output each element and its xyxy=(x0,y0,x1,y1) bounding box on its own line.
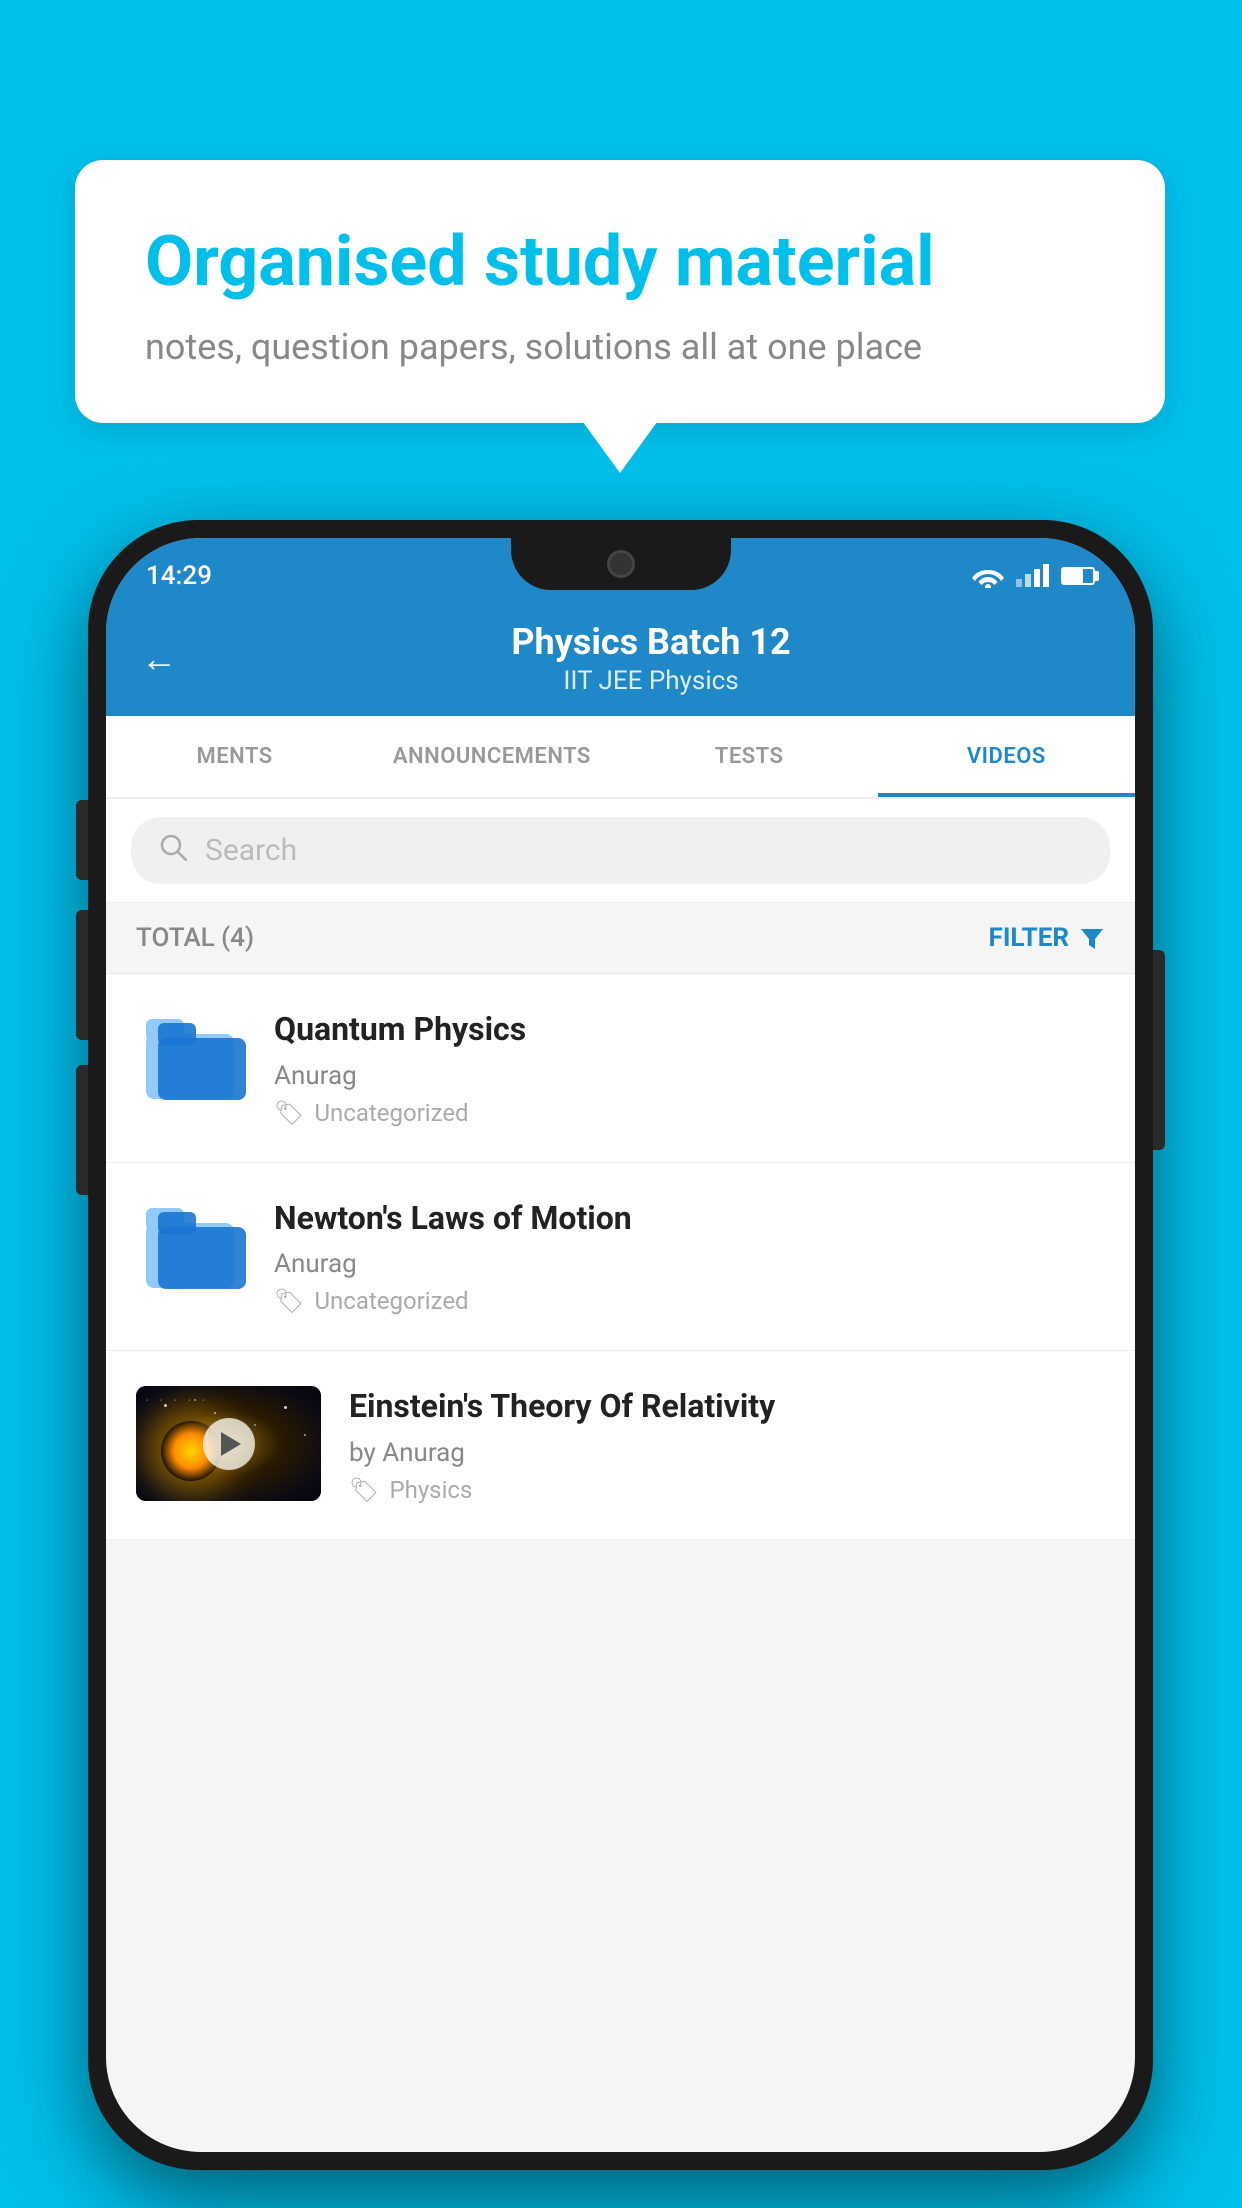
folder-thumb-newton xyxy=(136,1198,246,1293)
bubble-subtitle: notes, question papers, solutions all at… xyxy=(145,326,1095,368)
tag-icon: 🏷 xyxy=(349,1476,379,1504)
video-thumb-einstein xyxy=(136,1386,321,1501)
video-author: Anurag xyxy=(274,1249,1105,1279)
folder-icon xyxy=(146,1203,236,1288)
tab-tests[interactable]: TESTS xyxy=(621,716,878,797)
tab-ments[interactable]: MENTS xyxy=(106,716,363,797)
list-item[interactable]: Quantum Physics Anurag 🏷 Uncategorized xyxy=(106,974,1135,1163)
header-title-block: Physics Batch 12 IIT JEE Physics xyxy=(202,621,1100,696)
filter-funnel-icon xyxy=(1079,925,1105,951)
video-tag: 🏷 Uncategorized xyxy=(274,1099,1105,1127)
header-title: Physics Batch 12 xyxy=(202,621,1100,663)
video-info-einstein: Einstein's Theory Of Relativity by Anura… xyxy=(349,1386,1105,1504)
einstein-bg xyxy=(136,1386,321,1501)
app-header: ← Physics Batch 12 IIT JEE Physics xyxy=(106,603,1135,716)
list-item[interactable]: Newton's Laws of Motion Anurag 🏷 Uncateg… xyxy=(106,1163,1135,1352)
search-icon xyxy=(159,833,187,868)
bubble-title: Organised study material xyxy=(145,220,1095,304)
status-icons xyxy=(972,564,1095,588)
tabs-bar: MENTS ANNOUNCEMENTS TESTS VIDEOS xyxy=(106,716,1135,799)
back-button[interactable]: ← xyxy=(141,638,177,680)
phone-button-volume-down xyxy=(76,1065,88,1195)
speech-bubble: Organised study material notes, question… xyxy=(75,160,1165,423)
phone-screen: 14:29 xyxy=(106,538,1135,2152)
phone-wrapper: 14:29 xyxy=(88,520,1153,2170)
search-container: Search xyxy=(106,799,1135,903)
search-placeholder: Search xyxy=(205,833,297,868)
video-author: by Anurag xyxy=(349,1438,1105,1468)
battery-icon xyxy=(1061,567,1095,585)
tab-videos[interactable]: VIDEOS xyxy=(878,716,1135,797)
header-subtitle: IIT JEE Physics xyxy=(202,666,1100,696)
tag-icon: 🏷 xyxy=(274,1099,304,1127)
video-info-newton: Newton's Laws of Motion Anurag 🏷 Uncateg… xyxy=(274,1198,1105,1316)
video-list: Quantum Physics Anurag 🏷 Uncategorized xyxy=(106,974,1135,1540)
video-author: Anurag xyxy=(274,1061,1105,1091)
phone-outer: 14:29 xyxy=(88,520,1153,2170)
tab-announcements[interactable]: ANNOUNCEMENTS xyxy=(363,716,620,797)
play-button[interactable] xyxy=(203,1418,255,1470)
video-tag: 🏷 Uncategorized xyxy=(274,1287,1105,1315)
phone-button-volume-up xyxy=(76,910,88,1040)
list-item[interactable]: Einstein's Theory Of Relativity by Anura… xyxy=(106,1351,1135,1540)
total-count: TOTAL (4) xyxy=(136,923,254,953)
play-triangle-icon xyxy=(221,1432,241,1456)
video-info-quantum: Quantum Physics Anurag 🏷 Uncategorized xyxy=(274,1009,1105,1127)
wifi-icon xyxy=(972,564,1004,588)
filter-button[interactable]: FILTER xyxy=(989,923,1105,953)
video-title: Einstein's Theory Of Relativity xyxy=(349,1386,1105,1428)
tag-icon: 🏷 xyxy=(274,1287,304,1315)
search-box[interactable]: Search xyxy=(131,817,1110,884)
folder-icon xyxy=(146,1014,236,1099)
filter-bar: TOTAL (4) FILTER xyxy=(106,903,1135,974)
phone-camera xyxy=(607,550,635,578)
phone-button-left xyxy=(76,800,88,880)
video-title: Newton's Laws of Motion xyxy=(274,1198,1105,1240)
status-time: 14:29 xyxy=(146,561,212,591)
phone-button-power xyxy=(1153,950,1165,1150)
video-title: Quantum Physics xyxy=(274,1009,1105,1051)
phone-notch xyxy=(511,538,731,590)
video-tag: 🏷 Physics xyxy=(349,1476,1105,1504)
signal-icon xyxy=(1016,564,1049,587)
folder-thumb-quantum xyxy=(136,1009,246,1104)
